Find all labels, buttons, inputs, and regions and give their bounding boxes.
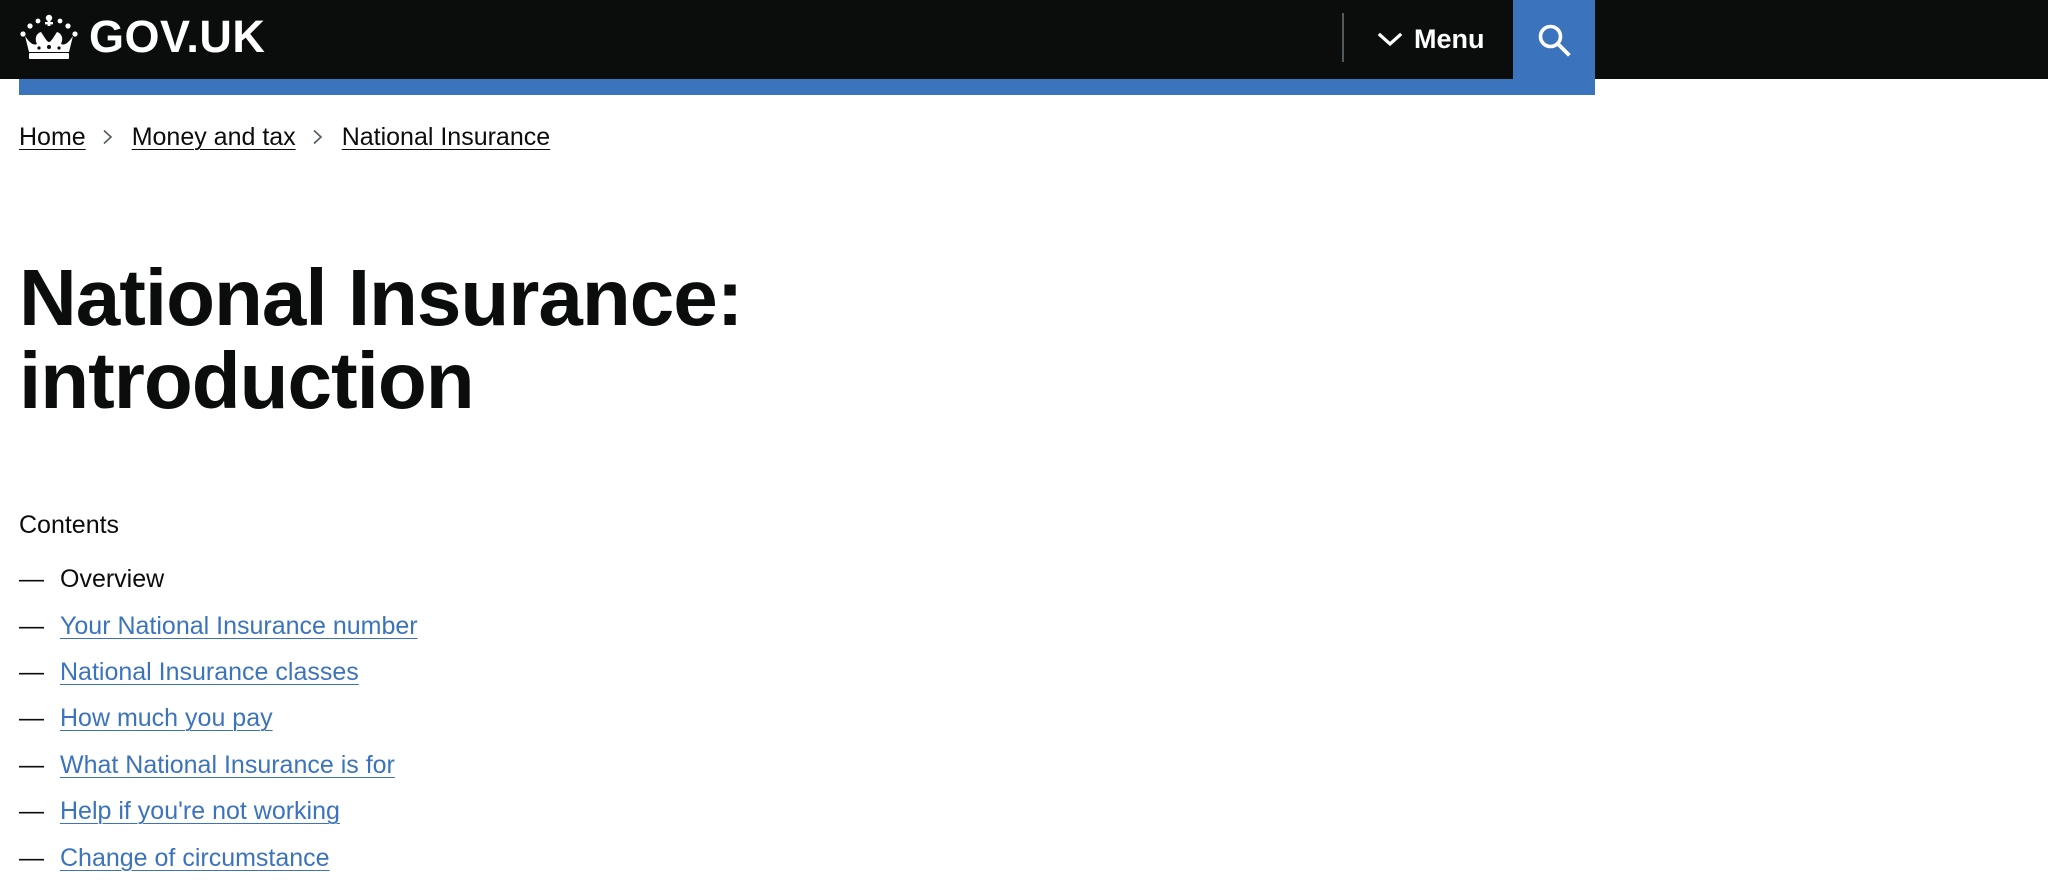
contents-heading: Contents [19,511,120,539]
page-title: National Insurance: introduction [19,256,919,422]
header-divider [1342,13,1344,62]
contents-item-overview: — Overview [19,556,418,602]
contents-item-ni-classes: — National Insurance classes [19,649,418,695]
chevron-right-icon [310,129,326,145]
menu-button[interactable]: Menu [1377,0,1485,79]
list-dash: — [19,797,44,826]
menu-label: Menu [1414,24,1485,54]
chevron-down-icon [1377,32,1403,46]
list-dash: — [19,611,44,640]
list-dash: — [19,657,44,686]
list-dash: — [19,750,44,779]
contents-link-ni-number[interactable]: Your National Insurance number [60,609,418,643]
site-header: GOV.UK Menu [0,0,2048,79]
contents-link-ni-classes[interactable]: National Insurance classes [60,655,359,689]
logo-text: GOV.UK [89,11,266,62]
contents-link-how-much[interactable]: How much you pay [60,701,273,735]
contents-item-not-working: — Help if you're not working [19,788,418,834]
list-dash: — [19,704,44,733]
header-container: GOV.UK Menu [19,0,1595,79]
list-dash: — [19,843,44,872]
govuk-logo-link[interactable]: GOV.UK [19,12,265,62]
contents-item-change: — Change of circumstance [19,834,418,880]
contents-item-how-much: — How much you pay [19,695,418,741]
page-title-line-2: introduction [19,336,475,425]
contents-link-not-working[interactable]: Help if you're not working [60,794,340,828]
chevron-right-icon [100,129,116,145]
breadcrumb-national-insurance[interactable]: National Insurance [342,120,550,154]
contents-list: — Overview — Your National Insurance num… [19,556,418,881]
contents-link-change[interactable]: Change of circumstance [60,841,330,875]
breadcrumb-money-and-tax[interactable]: Money and tax [132,120,296,154]
page-title-line-1: National Insurance: [19,253,743,342]
search-icon [1538,24,1571,57]
crown-icon [20,14,78,59]
breadcrumb-home[interactable]: Home [19,120,86,154]
search-button[interactable] [1513,0,1595,79]
contents-item-what-for: — What National Insurance is for [19,742,418,788]
list-dash: — [19,565,44,594]
breadcrumb: Home Money and tax National Insurance [19,120,550,154]
contents-link-what-for[interactable]: What National Insurance is for [60,748,395,782]
contents-current-overview: Overview [60,565,165,594]
header-blue-bar [19,79,1595,95]
contents-item-ni-number: — Your National Insurance number [19,602,418,648]
